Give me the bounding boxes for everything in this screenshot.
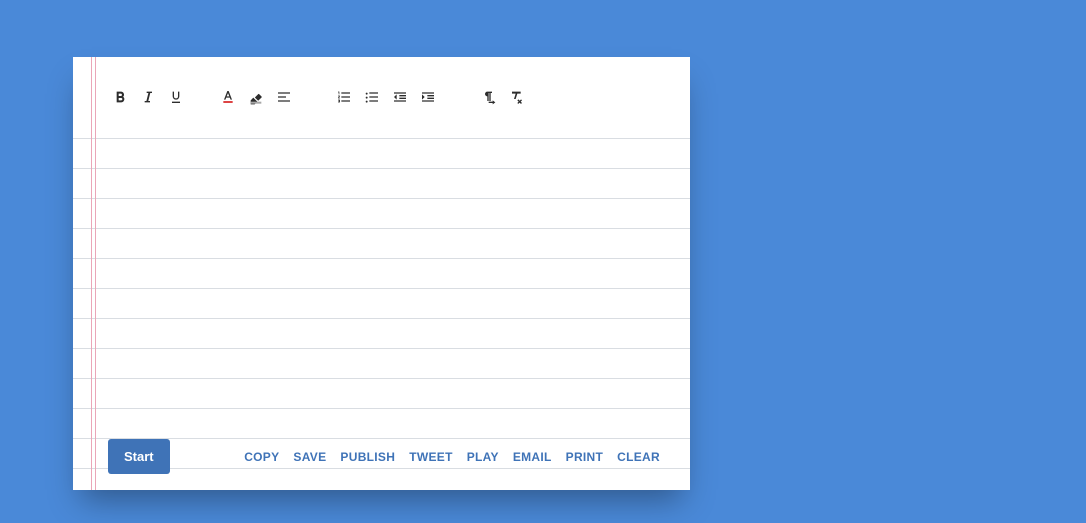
unordered-list-button[interactable] <box>363 88 381 106</box>
outdent-button[interactable] <box>391 88 409 106</box>
outdent-icon <box>392 89 408 105</box>
print-link[interactable]: PRINT <box>566 450 604 464</box>
ordered-list-icon <box>336 89 352 105</box>
highlight-icon <box>248 89 264 105</box>
email-link[interactable]: EMAIL <box>513 450 552 464</box>
clear-link[interactable]: CLEAR <box>617 450 660 464</box>
text-color-button[interactable] <box>219 88 237 106</box>
editor-textarea[interactable] <box>103 113 680 430</box>
bold-button[interactable] <box>111 88 129 106</box>
margin-line <box>95 57 96 490</box>
copy-link[interactable]: COPY <box>244 450 279 464</box>
footer-actions: COPY SAVE PUBLISH TWEET PLAY EMAIL PRINT… <box>244 450 660 464</box>
save-link[interactable]: SAVE <box>293 450 326 464</box>
indent-button[interactable] <box>419 88 437 106</box>
editor-footer: Start COPY SAVE PUBLISH TWEET PLAY EMAIL… <box>108 439 660 474</box>
highlight-button[interactable] <box>247 88 265 106</box>
indent-icon <box>420 89 436 105</box>
start-button[interactable]: Start <box>108 439 170 474</box>
clear-formatting-button[interactable] <box>507 88 525 106</box>
italic-icon <box>140 89 156 105</box>
editor-card: Start COPY SAVE PUBLISH TWEET PLAY EMAIL… <box>73 57 690 490</box>
align-button[interactable] <box>275 88 293 106</box>
ltr-icon <box>480 89 496 105</box>
publish-link[interactable]: PUBLISH <box>340 450 395 464</box>
text-direction-button[interactable] <box>479 88 497 106</box>
ordered-list-button[interactable] <box>335 88 353 106</box>
play-link[interactable]: PLAY <box>467 450 499 464</box>
margin-line <box>91 57 92 490</box>
clear-format-icon <box>508 89 524 105</box>
italic-button[interactable] <box>139 88 157 106</box>
bold-icon <box>112 89 128 105</box>
formatting-toolbar <box>111 83 680 111</box>
align-icon <box>276 89 292 105</box>
underline-button[interactable] <box>167 88 185 106</box>
tweet-link[interactable]: TWEET <box>409 450 453 464</box>
text-color-icon <box>220 89 236 105</box>
unordered-list-icon <box>364 89 380 105</box>
underline-icon <box>168 89 184 105</box>
